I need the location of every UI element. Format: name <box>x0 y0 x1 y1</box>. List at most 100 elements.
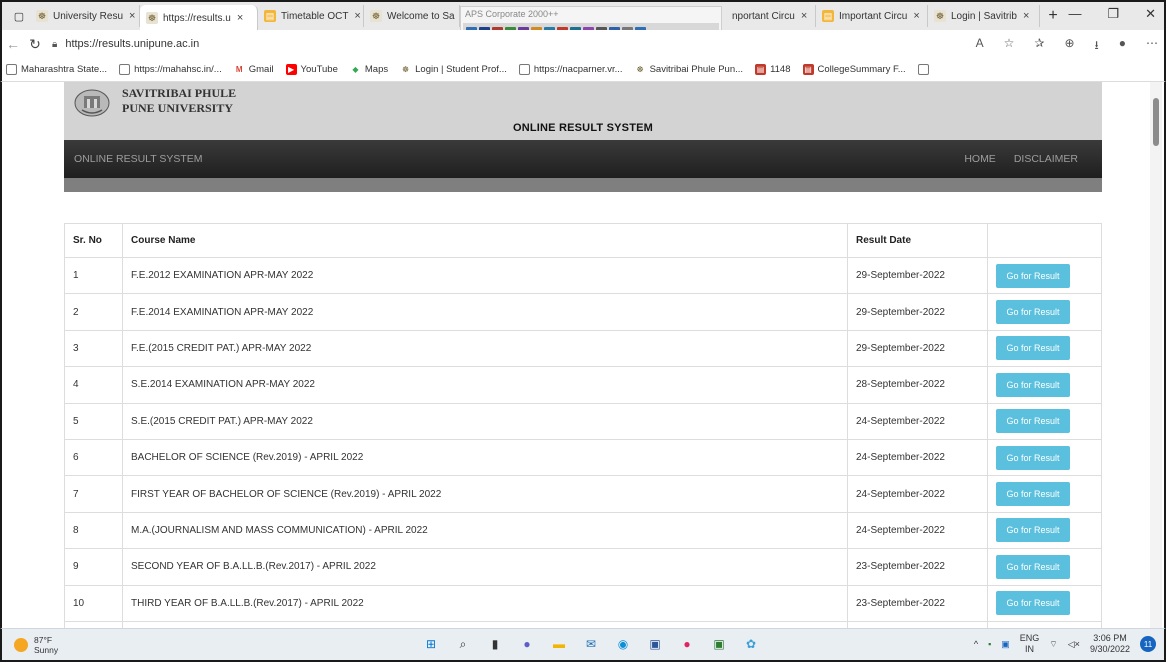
tab-close-icon[interactable]: × <box>801 10 807 22</box>
browser-tab-active[interactable]: ☸ https://results.u × <box>140 5 258 31</box>
go-for-result-button[interactable]: Go for Result <box>996 409 1070 434</box>
table-row: 9 SECOND YEAR OF B.A.LL.B.(Rev.2017) - AP… <box>64 548 1102 586</box>
cell-result-date: 29-September-2022 <box>847 329 988 368</box>
tray-app-icon[interactable]: ▣ <box>1001 639 1010 650</box>
bookmark-item[interactable]: https://nacparner.vr... <box>518 64 623 75</box>
downloads-icon[interactable]: ⭳ <box>1095 36 1099 57</box>
go-for-result-button[interactable]: Go for Result <box>996 372 1070 397</box>
cell-sr-no: 8 <box>64 511 123 550</box>
site-navbar: ONLINE RESULT SYSTEM HOME DISCLAIMER <box>64 140 1102 178</box>
pdf-icon: ▤ <box>822 10 834 22</box>
close-window-icon[interactable]: ✕ <box>1145 6 1156 22</box>
browser-tab[interactable]: ▤ Important Circu × <box>816 5 928 27</box>
restore-icon[interactable]: ❐ <box>1107 6 1119 22</box>
go-for-result-button[interactable]: Go for Result <box>996 518 1070 543</box>
page-scrollbar[interactable] <box>1150 82 1162 628</box>
cell-sr-no: 2 <box>64 293 123 331</box>
chat-icon[interactable]: ● <box>518 635 536 653</box>
show-hidden-icons[interactable]: ^ <box>974 639 978 649</box>
browser-tab[interactable]: ▤ Timetable OCT × <box>258 5 364 27</box>
header-result-date: Result Date <box>847 223 988 258</box>
browser-tab[interactable]: ☸ Login | Savitrib × <box>928 5 1040 27</box>
collections-icon[interactable]: ⊕ <box>1064 36 1074 57</box>
cell-action: Go for Result <box>987 584 1102 622</box>
tab-close-icon[interactable]: × <box>1023 10 1029 22</box>
browser-tab[interactable]: ☸ University Resu × <box>30 5 140 27</box>
cell-action: Go for Result <box>987 511 1102 550</box>
bookmark-item[interactable]: ▤ CollegeSummary F... <box>802 64 906 75</box>
windows-start-icon[interactable]: ⊞ <box>422 635 440 653</box>
cell-sr-no: 9 <box>64 548 123 586</box>
app-icon[interactable]: ● <box>678 635 696 653</box>
more-menu-icon[interactable]: ⋯ <box>1146 36 1158 57</box>
read-aloud-icon[interactable]: A <box>976 36 984 57</box>
url-text[interactable]: https://results.unipune.ac.in <box>65 38 199 50</box>
store-icon[interactable]: ▣ <box>646 635 664 653</box>
university-icon: ☸ <box>36 10 48 22</box>
bookmark-item[interactable]: https://mahahsc.in/... <box>119 64 222 75</box>
cell-result-date: 28-September-2022 <box>847 366 988 404</box>
cell-course-name: FIRST YEAR OF BACHELOR OF SCIENCE (Rev.2… <box>122 475 848 513</box>
favorite-star-icon[interactable]: ☆ <box>1004 36 1015 57</box>
cell-action: Go for Result <box>987 293 1102 331</box>
task-view-icon[interactable]: ▮ <box>486 635 504 653</box>
scrollbar-thumb[interactable] <box>1153 98 1159 146</box>
go-for-result-button[interactable]: Go for Result <box>996 336 1070 361</box>
navbar-subbar <box>64 178 1102 192</box>
notification-badge[interactable]: 11 <box>1140 636 1156 652</box>
go-for-result-button[interactable]: Go for Result <box>996 554 1070 579</box>
nav-home-link[interactable]: HOME <box>964 153 996 165</box>
clock[interactable]: 3:06 PM 9/30/2022 <box>1090 633 1130 655</box>
tray-app-icon[interactable]: ▪ <box>988 639 991 649</box>
cell-action: Go for Result <box>987 548 1102 586</box>
toolbar-icons: A ☆ ✰ ⊕ ⭳ ● ⋯ <box>976 36 1158 57</box>
new-tab-button[interactable]: + <box>1040 7 1066 25</box>
refresh-icon[interactable]: ↻ <box>24 36 46 53</box>
bookmark-item[interactable]: ▤ 1148 <box>755 64 791 75</box>
weather-widget[interactable]: 87°F Sunny <box>14 635 58 655</box>
nav-disclaimer-link[interactable]: DISCLAIMER <box>1014 153 1078 165</box>
mail-icon[interactable]: ✉ <box>582 635 600 653</box>
profile-avatar[interactable]: ● <box>1119 36 1126 57</box>
tab-close-icon[interactable]: × <box>913 10 919 22</box>
browser-tab[interactable]: nportant Circu × <box>726 5 816 27</box>
go-for-result-button[interactable]: Go for Result <box>996 263 1070 288</box>
search-icon[interactable]: ⌕ <box>454 635 472 653</box>
go-for-result-button[interactable]: Go for Result <box>996 445 1070 470</box>
bookmark-item[interactable]: ◆ Maps <box>350 64 388 75</box>
ime-toolbar-title: APS Corporate 2000++ <box>465 9 559 19</box>
back-icon[interactable]: ← <box>2 36 24 52</box>
tab-close-icon[interactable]: × <box>237 12 243 24</box>
minimize-icon[interactable]: — <box>1068 6 1081 22</box>
youtube-icon: ▶ <box>285 64 297 75</box>
language-indicator[interactable]: ENG IN <box>1020 633 1040 655</box>
tab-actions-icon[interactable]: ▢ <box>8 5 30 27</box>
bookmark-item[interactable]: ☸ Savitribai Phule Pun... <box>635 64 743 75</box>
browser-tab[interactable]: ☸ Welcome to Sa <box>364 5 460 27</box>
app-icon[interactable]: ✿ <box>742 635 760 653</box>
go-for-result-button[interactable]: Go for Result <box>996 300 1070 325</box>
tab-close-icon[interactable]: × <box>354 10 360 22</box>
navbar-brand[interactable]: ONLINE RESULT SYSTEM <box>74 153 203 165</box>
edge-icon[interactable]: ◉ <box>614 635 632 653</box>
university-icon: ☸ <box>636 65 644 74</box>
page-icon <box>6 64 17 75</box>
go-for-result-button[interactable]: Go for Result <box>996 482 1070 507</box>
wifi-icon[interactable]: ⌔ <box>1049 639 1057 650</box>
bookmark-item[interactable]: M Gmail <box>234 64 274 75</box>
bookmark-item[interactable] <box>917 64 933 75</box>
bookmark-item[interactable]: ☸ Login | Student Prof... <box>400 64 507 75</box>
cell-course-name: S.E.(2015 CREDIT PAT.) APR-MAY 2022 <box>122 402 848 440</box>
lock-icon[interactable]: 🔒︎ <box>52 39 57 50</box>
university-name: SAVITRIBAI PHULE PUNE UNIVERSITY <box>122 86 237 115</box>
go-for-result-button[interactable]: Go for Result <box>996 591 1070 616</box>
tab-close-icon[interactable]: × <box>129 10 135 22</box>
volume-icon[interactable]: ◁× <box>1068 639 1080 650</box>
file-explorer-icon[interactable]: ▬ <box>550 635 568 653</box>
bookmark-item[interactable]: ▶ YouTube <box>285 64 338 75</box>
address-bar[interactable]: 🔒︎ https://results.unipune.ac.in <box>52 38 199 50</box>
bookmark-item[interactable]: Maharashtra State... <box>6 64 107 75</box>
system-title: ONLINE RESULT SYSTEM <box>512 122 654 134</box>
favorites-icon[interactable]: ✰ <box>1034 36 1044 57</box>
app-icon[interactable]: ▣ <box>710 635 728 653</box>
